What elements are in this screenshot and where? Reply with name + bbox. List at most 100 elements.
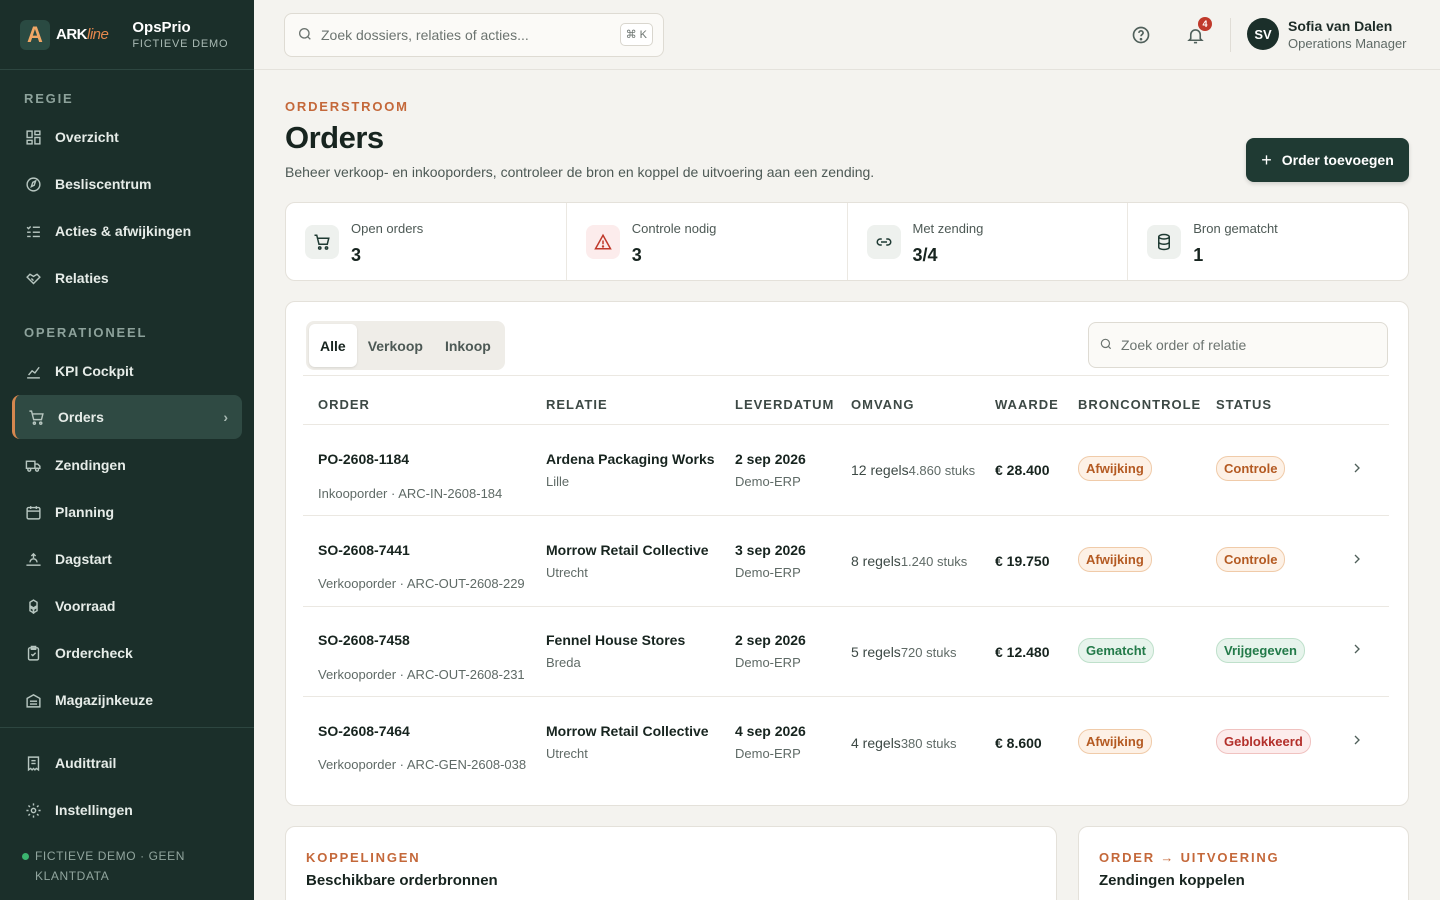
cart-icon bbox=[27, 408, 45, 426]
table-row[interactable]: SO-2608-7464 Verkooporder · ARC-GEN-2608… bbox=[303, 697, 1389, 788]
logo-text-a: ARK bbox=[56, 26, 88, 43]
stat-value: 3 bbox=[631, 245, 642, 265]
stat-met-zending: Met zending 3/4 bbox=[848, 203, 1129, 280]
search-placeholder: Zoek dossiers, relaties of acties... bbox=[321, 27, 529, 43]
sidebar-item-voorraad[interactable]: Voorraad bbox=[12, 584, 242, 628]
chevron-right-icon[interactable] bbox=[1349, 641, 1365, 662]
card-title: Beschikbare orderbronnen bbox=[306, 872, 498, 889]
order-date: 4 sep 2026 bbox=[735, 723, 806, 739]
global-search-input[interactable]: Zoek dossiers, relaties of acties... ⌘ K bbox=[284, 13, 664, 57]
sidebar-item-relaties[interactable]: Relaties bbox=[12, 256, 242, 300]
order-lines: 12 regels bbox=[851, 462, 909, 478]
order-size: 8 regels1.240 stuks bbox=[851, 553, 967, 569]
order-relation: Fennel House Stores bbox=[546, 632, 686, 648]
order-id[interactable]: PO-2608-1184 bbox=[318, 451, 409, 467]
sidebar-item-dagstart[interactable]: Dagstart bbox=[12, 537, 242, 581]
gear-icon bbox=[24, 801, 42, 819]
sidebar-item-kpi-cockpit[interactable]: KPI Cockpit bbox=[12, 349, 242, 393]
order-type-tabs: Alle Verkoop Inkoop bbox=[306, 321, 505, 370]
avatar[interactable]: SV bbox=[1247, 18, 1279, 50]
table-row[interactable]: SO-2608-7441 Verkooporder · ARC-OUT-2608… bbox=[303, 516, 1389, 607]
help-icon[interactable] bbox=[1130, 24, 1152, 46]
order-source: Demo-ERP bbox=[735, 474, 801, 489]
order-source: Demo-ERP bbox=[735, 746, 801, 761]
sidebar-item-ordercheck[interactable]: Ordercheck bbox=[12, 631, 242, 675]
sidebar-item-label: Ordercheck bbox=[55, 645, 133, 661]
sidebar-item-audittrail[interactable]: Audittrail bbox=[12, 741, 242, 785]
chevron-right-icon[interactable] bbox=[1349, 551, 1365, 572]
chevron-right-icon[interactable] bbox=[1349, 732, 1365, 753]
stat-label: Bron gematcht bbox=[1193, 221, 1278, 236]
card-title: Zendingen koppelen bbox=[1099, 872, 1245, 889]
order-city: Utrecht bbox=[546, 746, 588, 761]
order-city: Breda bbox=[546, 655, 581, 670]
user-name[interactable]: Sofia van Dalen bbox=[1288, 18, 1392, 34]
order-date: 2 sep 2026 bbox=[735, 451, 806, 467]
order-pieces: 380 stuks bbox=[900, 736, 957, 751]
sidebar-item-planning[interactable]: Planning bbox=[12, 490, 242, 534]
sidebar-item-instellingen[interactable]: Instellingen bbox=[12, 788, 242, 832]
col-omvang[interactable]: OMVANG bbox=[851, 397, 915, 412]
order-date: 2 sep 2026 bbox=[735, 632, 806, 648]
page-eyebrow: ORDERSTROOM bbox=[285, 99, 409, 114]
order-filter-input[interactable]: Zoek order of relatie bbox=[1088, 322, 1388, 368]
stat-value: 1 bbox=[1193, 245, 1204, 265]
status-cell: Vrijgegeven bbox=[1216, 638, 1305, 663]
tab-verkoop[interactable]: Verkoop bbox=[357, 324, 434, 367]
sidebar-item-magazijnkeuze[interactable]: Magazijnkeuze bbox=[12, 678, 242, 722]
source-check-badge: Gematcht bbox=[1078, 638, 1154, 663]
order-id[interactable]: SO-2608-7441 bbox=[318, 542, 410, 558]
order-relation: Morrow Retail Collective bbox=[546, 542, 709, 558]
database-icon bbox=[1147, 225, 1182, 259]
link-shipments-card: ORDER → UITVOERING Zendingen koppelen bbox=[1078, 826, 1409, 900]
clipboard-check-icon bbox=[24, 644, 42, 662]
order-type: Inkooporder · ARC-IN-2608-184 bbox=[318, 486, 503, 501]
page-title: Orders bbox=[285, 120, 384, 155]
order-id[interactable]: SO-2608-7458 bbox=[318, 632, 410, 648]
sidebar-item-overzicht[interactable]: Overzicht bbox=[12, 115, 242, 159]
logo-mark: A bbox=[20, 19, 50, 50]
topbar-divider bbox=[1230, 18, 1231, 52]
table-row[interactable]: PO-2608-1184 Inkooporder · ARC-IN-2608-1… bbox=[303, 425, 1389, 516]
col-relatie[interactable]: RELATIE bbox=[546, 397, 608, 412]
col-order[interactable]: ORDER bbox=[318, 397, 370, 412]
order-lines: 8 regels bbox=[851, 553, 901, 569]
sidebar-item-acties[interactable]: Acties & afwijkingen bbox=[12, 209, 242, 253]
plus-icon: + bbox=[1261, 149, 1272, 170]
add-order-button[interactable]: + Order toevoegen bbox=[1246, 138, 1409, 182]
brand[interactable]: A ARKline OpsPrio FICTIEVE DEMO bbox=[0, 0, 254, 70]
sidebar-item-orders[interactable]: Orders › bbox=[12, 395, 242, 439]
tab-alle[interactable]: Alle bbox=[309, 324, 357, 367]
sidebar: A ARKline OpsPrio FICTIEVE DEMO REGIE Ov… bbox=[0, 0, 254, 900]
col-status[interactable]: STATUS bbox=[1216, 397, 1272, 412]
orders-card: Alle Verkoop Inkoop Zoek order of relati… bbox=[285, 301, 1409, 806]
warning-icon bbox=[585, 225, 620, 259]
search-icon bbox=[1099, 337, 1113, 354]
stat-label: Met zending bbox=[912, 221, 984, 236]
col-waarde[interactable]: WAARDE bbox=[995, 397, 1059, 412]
table-row[interactable]: SO-2608-7458 Verkooporder · ARC-OUT-2608… bbox=[303, 606, 1389, 697]
order-value: € 8.600 bbox=[995, 735, 1042, 751]
sidebar-item-besliscentrum[interactable]: Besliscentrum bbox=[12, 162, 242, 206]
compass-icon bbox=[24, 175, 42, 193]
order-id[interactable]: SO-2608-7464 bbox=[318, 723, 410, 739]
chevron-right-icon[interactable] bbox=[1349, 460, 1365, 481]
stat-label: Open orders bbox=[351, 221, 424, 236]
notification-bell-icon[interactable]: 4 bbox=[1184, 17, 1212, 46]
page-description: Beheer verkoop- en inkooporders, control… bbox=[285, 164, 875, 180]
order-pieces: 4.860 stuks bbox=[908, 463, 976, 478]
sidebar-item-zendingen[interactable]: Zendingen bbox=[12, 443, 242, 487]
col-broncontrole[interactable]: BRONCONTROLE bbox=[1078, 397, 1201, 412]
order-value: € 28.400 bbox=[995, 462, 1050, 478]
col-leverdatum[interactable]: LEVERDATUM bbox=[735, 397, 834, 412]
order-size: 12 regels4.860 stuks bbox=[851, 462, 975, 478]
order-lines: 4 regels bbox=[851, 735, 901, 751]
source-check-badge: Afwijking bbox=[1078, 729, 1152, 754]
order-size: 5 regels720 stuks bbox=[851, 644, 956, 660]
source-check-badge: Afwijking bbox=[1078, 456, 1152, 481]
order-city: Lille bbox=[546, 474, 570, 489]
sidebar-item-label: Audittrail bbox=[55, 755, 117, 771]
sidebar-item-label: Zendingen bbox=[55, 457, 126, 473]
notification-count-badge: 4 bbox=[1198, 17, 1212, 31]
tab-inkoop[interactable]: Inkoop bbox=[434, 324, 502, 367]
